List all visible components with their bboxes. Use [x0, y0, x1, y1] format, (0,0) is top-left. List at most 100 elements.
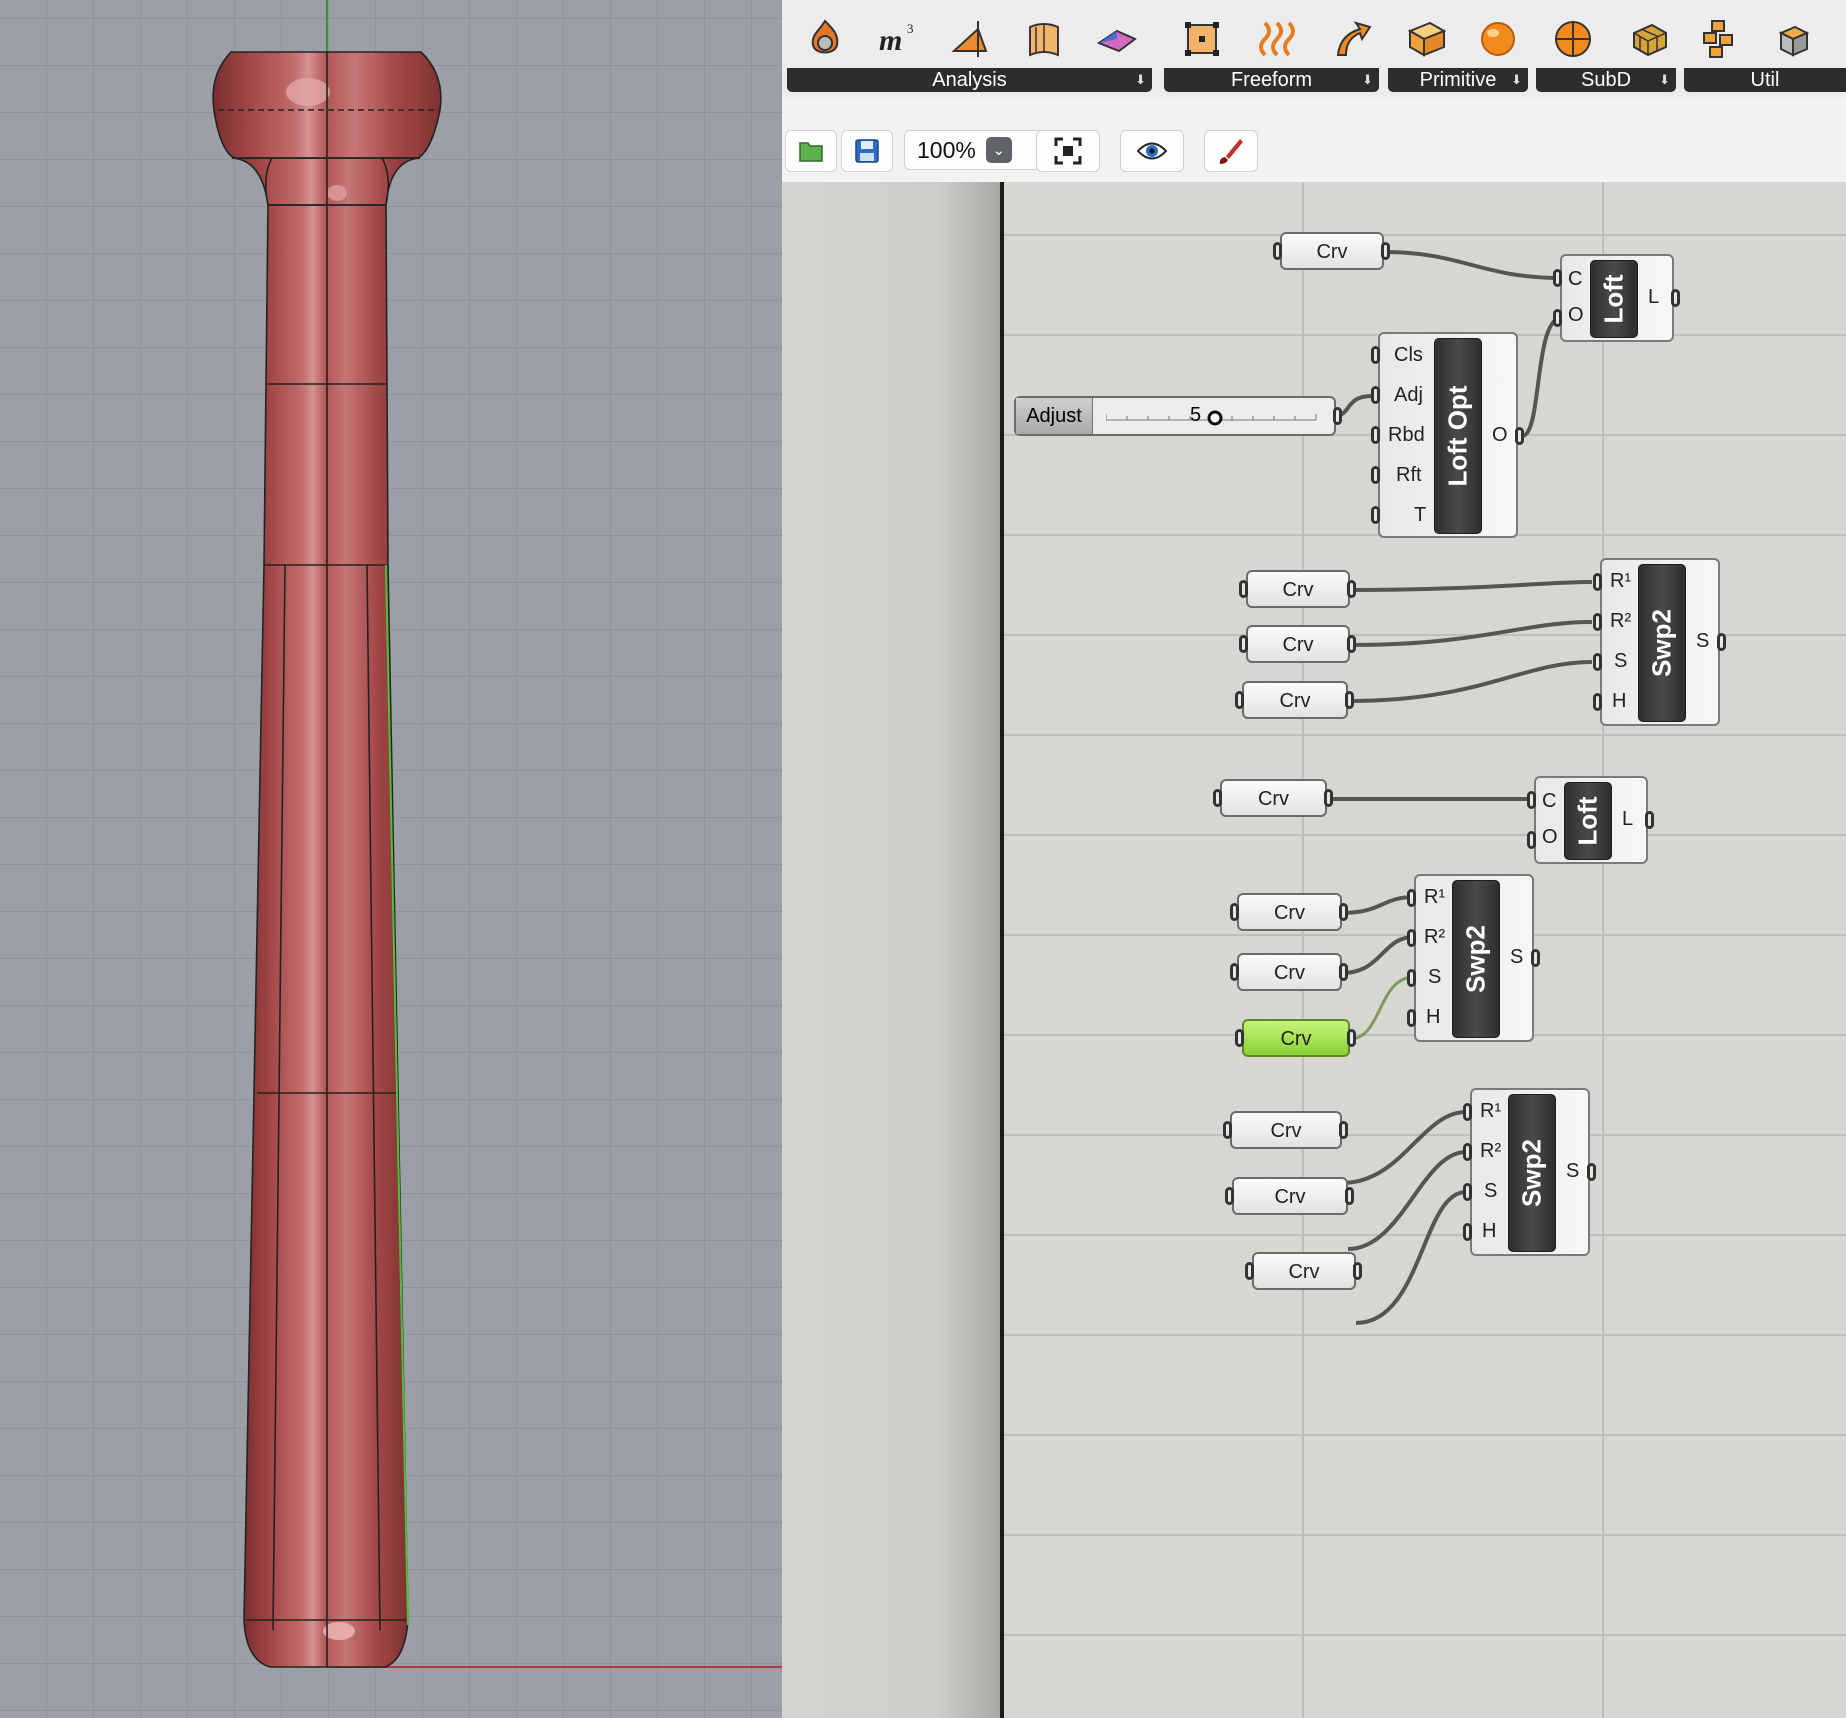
- crv-param[interactable]: Crv: [1246, 625, 1350, 663]
- ribbon-group-util-bar[interactable]: Util: [1684, 68, 1846, 92]
- output-grip[interactable]: [1353, 1262, 1362, 1280]
- subd-sphere-icon[interactable]: [1548, 14, 1598, 64]
- output-grip[interactable]: [1587, 1163, 1596, 1181]
- input-grip[interactable]: [1407, 1009, 1416, 1027]
- util-grid-icon[interactable]: [1695, 14, 1745, 64]
- input-grip[interactable]: [1593, 613, 1602, 631]
- output-grip[interactable]: [1347, 580, 1356, 598]
- output-grip[interactable]: [1347, 635, 1356, 653]
- crv-param[interactable]: Crv: [1252, 1252, 1356, 1290]
- subd-mesh-box-icon[interactable]: [1623, 14, 1673, 64]
- output-grip[interactable]: [1671, 289, 1680, 307]
- zoom-extents-button[interactable]: [1036, 130, 1100, 172]
- crv-param[interactable]: Crv: [1232, 1177, 1348, 1215]
- input-grip[interactable]: [1463, 1223, 1472, 1241]
- input-grip[interactable]: [1593, 693, 1602, 711]
- pink-surface-icon[interactable]: [1092, 14, 1142, 64]
- expand-arrow-icon[interactable]: ⬇: [1362, 68, 1373, 92]
- loft-component[interactable]: C O Loft L: [1560, 254, 1674, 342]
- crv-param[interactable]: Crv: [1280, 232, 1384, 270]
- input-grip[interactable]: [1463, 1143, 1472, 1161]
- ribbon-group-primitive-bar[interactable]: Primitive ⬇: [1388, 68, 1528, 92]
- input-grip[interactable]: [1223, 1121, 1232, 1139]
- input-grip[interactable]: [1407, 889, 1416, 907]
- crv-param[interactable]: Crv: [1220, 779, 1327, 817]
- open-file-button[interactable]: [785, 130, 837, 172]
- input-grip[interactable]: [1593, 573, 1602, 591]
- orange-cone-icon[interactable]: [945, 14, 995, 64]
- input-grip[interactable]: [1235, 691, 1244, 709]
- input-grip[interactable]: [1527, 831, 1536, 849]
- orange-sphere-icon[interactable]: [1473, 14, 1523, 64]
- output-grip[interactable]: [1381, 242, 1390, 260]
- orange-surface-icon[interactable]: [1019, 14, 1069, 64]
- sweep2-component[interactable]: R¹ R² S H Swp2 S: [1600, 558, 1720, 726]
- grasshopper-canvas[interactable]: Crv Crv Crv Crv Crv Crv Crv Crv Crv Crv …: [782, 182, 1846, 1718]
- input-grip[interactable]: [1245, 1262, 1254, 1280]
- input-grip[interactable]: [1371, 346, 1380, 364]
- input-grip[interactable]: [1239, 580, 1248, 598]
- output-grip[interactable]: [1324, 789, 1333, 807]
- input-grip[interactable]: [1463, 1103, 1472, 1121]
- sweep2-component[interactable]: R¹ R² S H Swp2 S: [1470, 1088, 1590, 1256]
- rhino-viewport[interactable]: [0, 0, 782, 1718]
- expand-arrow-icon[interactable]: ⬇: [1135, 68, 1146, 92]
- input-grip[interactable]: [1553, 269, 1562, 287]
- input-grip[interactable]: [1235, 1029, 1244, 1047]
- crv-param[interactable]: Crv: [1237, 953, 1342, 991]
- output-grip[interactable]: [1339, 903, 1348, 921]
- loft-options-component[interactable]: Cls Adj Rbd Rft T Loft Opt O: [1378, 332, 1518, 538]
- sweep2-component[interactable]: R¹ R² S H Swp2 S: [1414, 874, 1534, 1042]
- output-grip[interactable]: [1531, 949, 1540, 967]
- crv-param-selected[interactable]: Crv: [1242, 1019, 1350, 1057]
- output-grip[interactable]: [1333, 407, 1342, 425]
- input-grip[interactable]: [1230, 963, 1239, 981]
- input-grip[interactable]: [1225, 1187, 1234, 1205]
- input-grip[interactable]: [1273, 242, 1282, 260]
- volume-m3-icon[interactable]: m3: [873, 14, 923, 64]
- ribbon-group-analysis-bar[interactable]: Analysis ⬇: [787, 68, 1152, 92]
- input-grip[interactable]: [1407, 969, 1416, 987]
- input-grip[interactable]: [1371, 506, 1380, 524]
- ribbon-group-freeform-bar[interactable]: Freeform ⬇: [1164, 68, 1379, 92]
- input-grip[interactable]: [1371, 466, 1380, 484]
- orange-box-icon[interactable]: [1401, 14, 1451, 64]
- slider-knob[interactable]: [1206, 409, 1224, 427]
- fire-shield-icon[interactable]: [800, 14, 850, 64]
- expand-arrow-icon[interactable]: ⬇: [1511, 68, 1522, 92]
- orange-sweep-arrow-icon[interactable]: [1327, 14, 1377, 64]
- zoom-dropdown[interactable]: 100% ⌄: [904, 130, 1046, 170]
- input-grip[interactable]: [1527, 791, 1536, 809]
- input-grip[interactable]: [1553, 309, 1562, 327]
- output-grip[interactable]: [1345, 1187, 1354, 1205]
- adjust-number-slider[interactable]: Adjust 5: [1014, 396, 1336, 436]
- ribbon-group-subd-bar[interactable]: SubD ⬇: [1536, 68, 1676, 92]
- crv-param[interactable]: Crv: [1246, 570, 1350, 608]
- output-grip[interactable]: [1345, 691, 1354, 709]
- bake-button[interactable]: [1204, 130, 1258, 172]
- loft-component[interactable]: C O Loft L: [1534, 776, 1648, 864]
- util-box-icon[interactable]: [1768, 14, 1818, 64]
- control-point-grid-icon[interactable]: [1177, 14, 1227, 64]
- input-grip[interactable]: [1239, 635, 1248, 653]
- input-grip[interactable]: [1371, 386, 1380, 404]
- output-grip[interactable]: [1645, 811, 1654, 829]
- input-grip[interactable]: [1593, 653, 1602, 671]
- output-grip[interactable]: [1339, 1121, 1348, 1139]
- input-grip[interactable]: [1371, 426, 1380, 444]
- crv-param[interactable]: Crv: [1237, 893, 1342, 931]
- expand-arrow-icon[interactable]: ⬇: [1659, 68, 1670, 92]
- output-grip[interactable]: [1515, 427, 1524, 445]
- preview-toggle-button[interactable]: [1120, 130, 1184, 172]
- crv-param[interactable]: Crv: [1230, 1111, 1342, 1149]
- output-grip[interactable]: [1717, 633, 1726, 651]
- crv-param[interactable]: Crv: [1242, 681, 1348, 719]
- input-grip[interactable]: [1230, 903, 1239, 921]
- input-grip[interactable]: [1213, 789, 1222, 807]
- output-grip[interactable]: [1347, 1029, 1356, 1047]
- twisted-curves-icon[interactable]: [1252, 14, 1302, 64]
- save-file-button[interactable]: [841, 130, 893, 172]
- output-grip[interactable]: [1339, 963, 1348, 981]
- input-grip[interactable]: [1407, 929, 1416, 947]
- input-grip[interactable]: [1463, 1183, 1472, 1201]
